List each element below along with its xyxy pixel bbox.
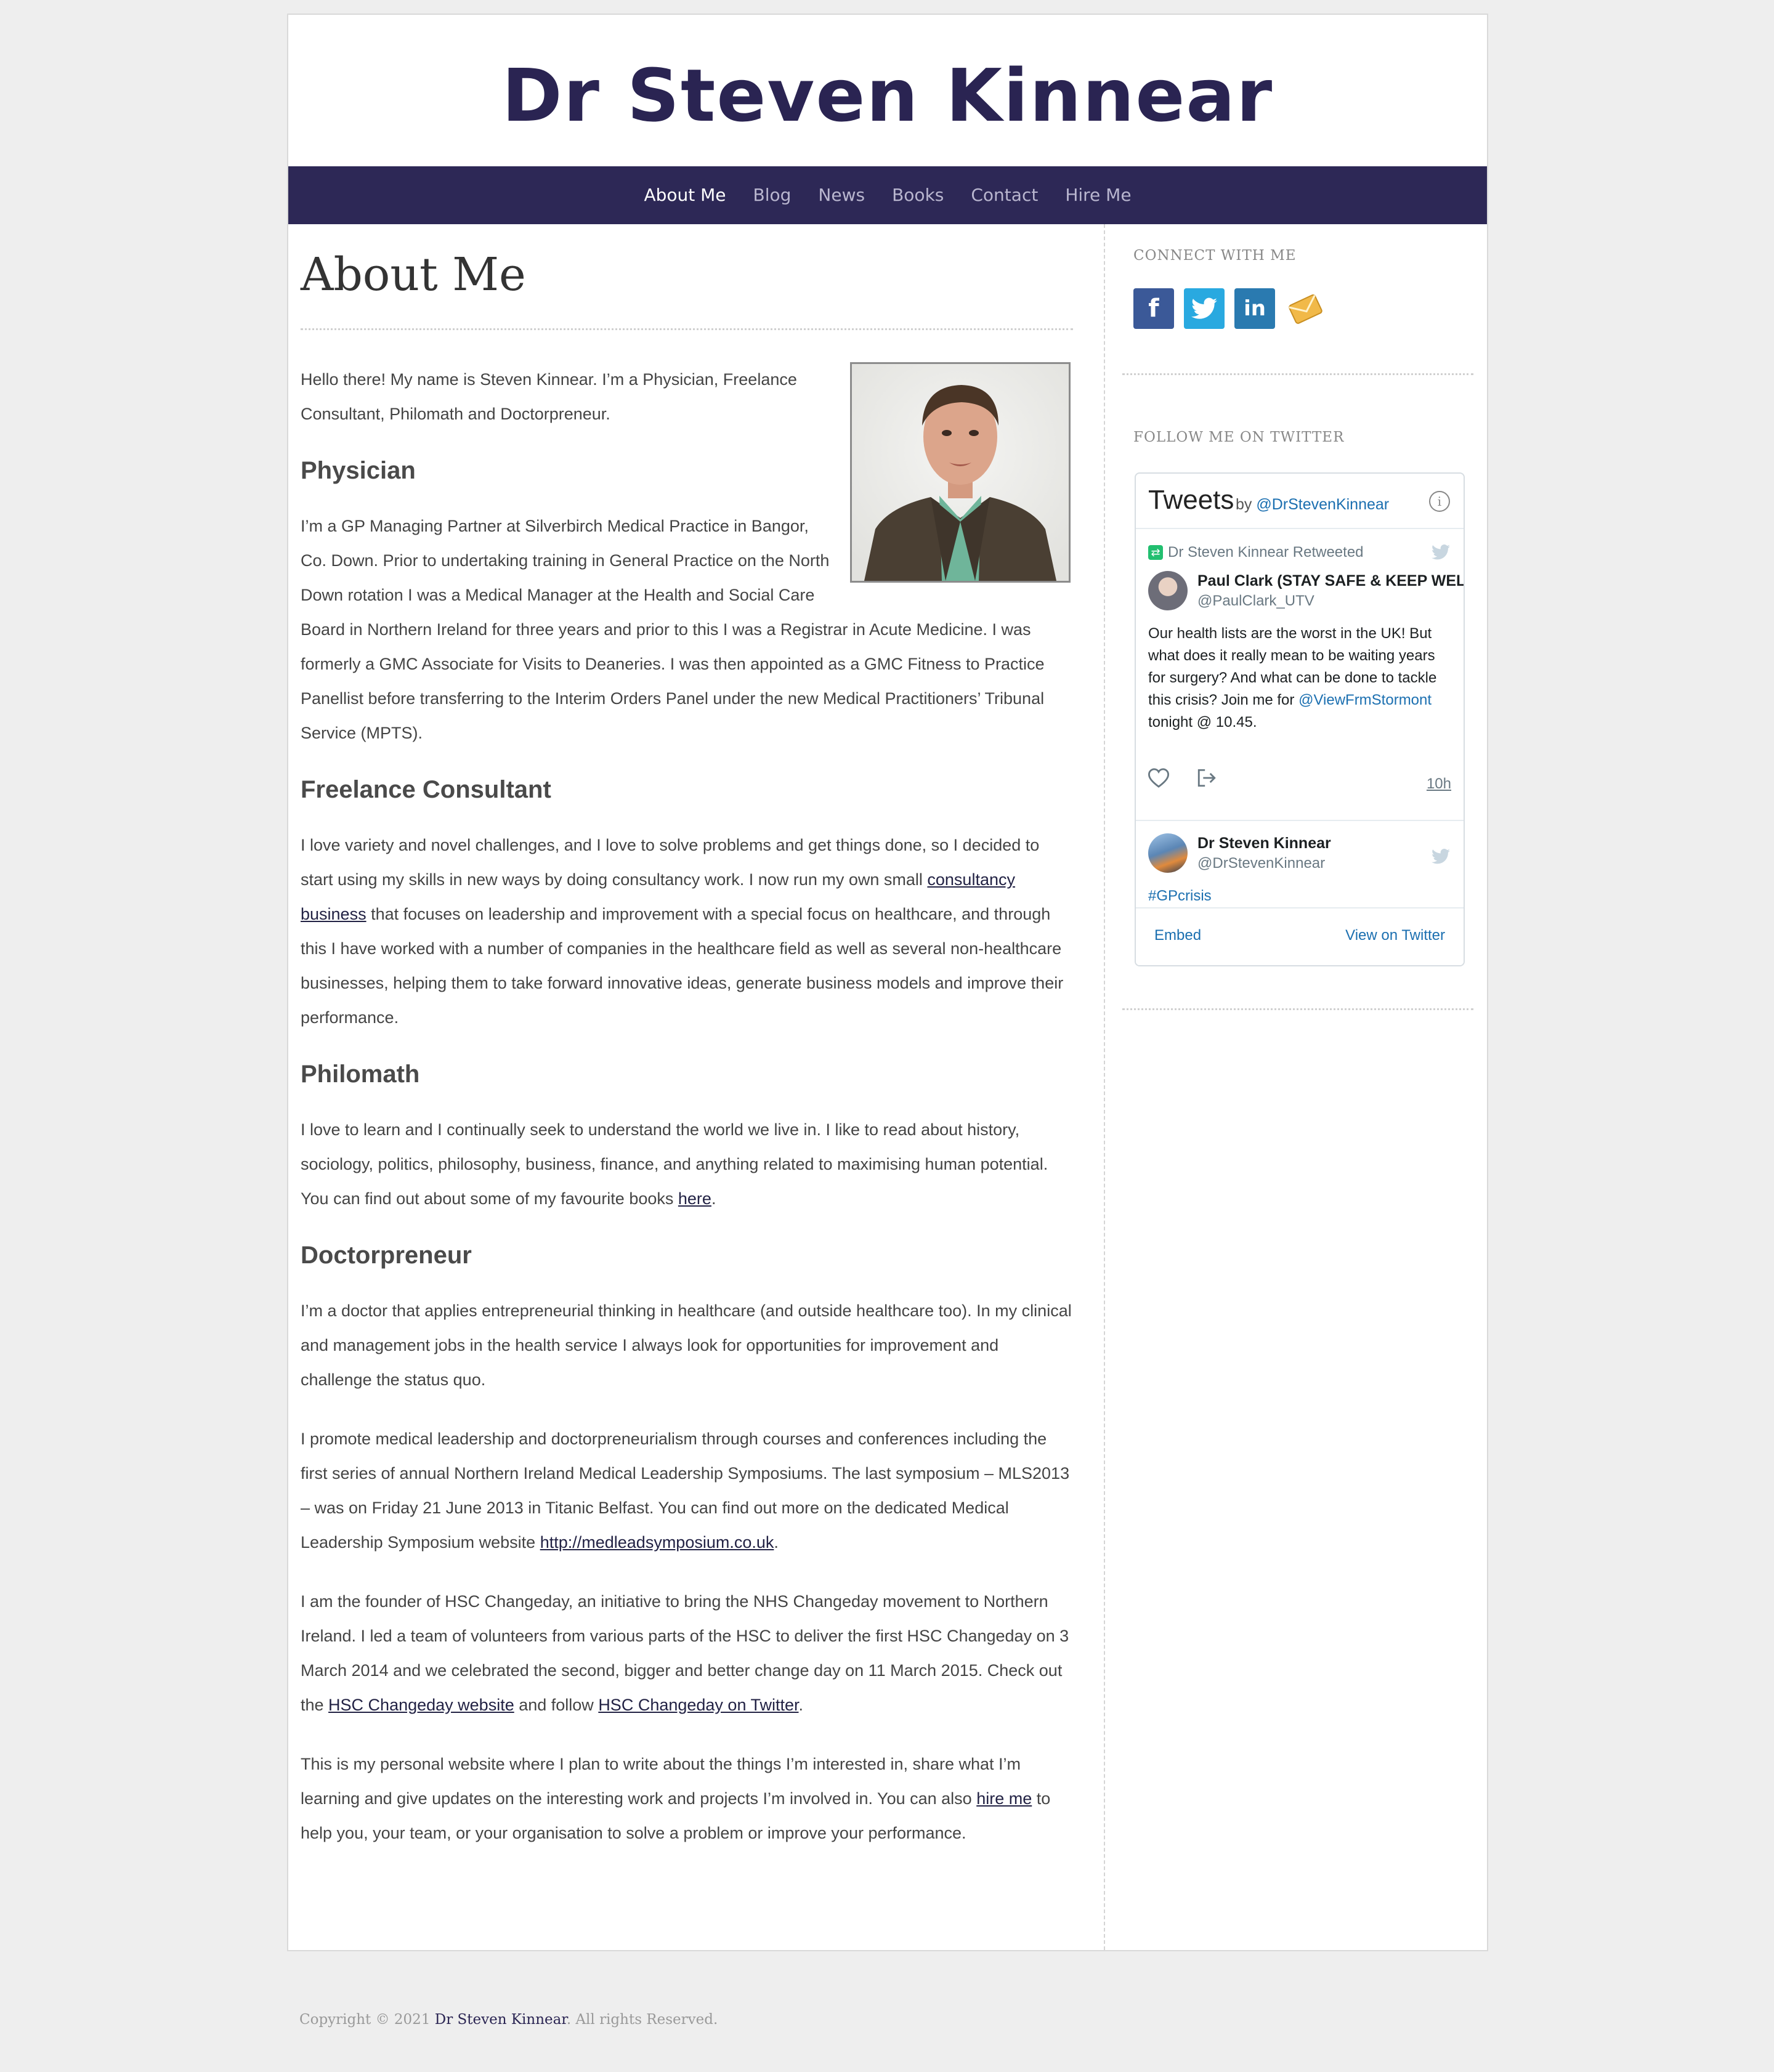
changeday-text-end: . <box>798 1695 804 1714</box>
sidebar: CONNECT WITH ME f in FOLLOW ME ON TWITTE… <box>1122 224 1473 1010</box>
twitter-bird-icon <box>1432 848 1450 869</box>
tweet-timestamp[interactable]: 10h <box>1427 775 1451 793</box>
nav-item-blog[interactable]: Blog <box>753 166 792 224</box>
retweet-indicator: ⇄ Dr Steven Kinnear Retweeted <box>1148 529 1451 561</box>
twitter-icon[interactable] <box>1184 288 1225 329</box>
philomath-paragraph: I love to learn and I continually seek t… <box>301 1112 1073 1216</box>
site-title[interactable]: Dr Steven Kinnear <box>288 59 1487 132</box>
tweet-author-handle[interactable]: @DrStevenKinnear <box>1197 855 1331 872</box>
rights-text: . All rights Reserved. <box>566 2012 718 2028</box>
avatar[interactable] <box>1148 571 1188 610</box>
twitter-bird-icon <box>1432 544 1450 565</box>
tweet-author-name[interactable]: Paul Clark (STAY SAFE & KEEP WEL <box>1197 572 1464 590</box>
tweet-item[interactable]: ⇄ Dr Steven Kinnear Retweeted Paul Clark… <box>1136 529 1464 805</box>
timeline-heading: Tweets <box>1148 485 1234 515</box>
leadership-paragraph: I promote medical leadership and doctorp… <box>301 1422 1073 1560</box>
page-title: About Me <box>301 248 526 301</box>
nav-item-news[interactable]: News <box>818 166 865 224</box>
sidebar-divider-2 <box>1122 1008 1473 1010</box>
timeline-handle-link[interactable]: @DrStevenKinnear <box>1256 496 1389 513</box>
tweet-author-handle[interactable]: @PaulClark_UTV <box>1197 593 1464 610</box>
tweet-actions: 10h <box>1148 768 1451 805</box>
twitter-timeline[interactable]: Tweets by @DrStevenKinnear i ⇄ Dr Steven… <box>1135 472 1465 966</box>
timeline-header: Tweets by @DrStevenKinnear i <box>1136 474 1464 529</box>
philomath-text-end: . <box>711 1189 716 1208</box>
footer-owner-link[interactable]: Dr Steven Kinnear <box>435 2012 567 2028</box>
site-footer: Copyright © 2021 Dr Steven Kinnear. All … <box>299 2012 718 2028</box>
connect-widget-title: CONNECT WITH ME <box>1133 248 1297 264</box>
doctorpreneur-heading: Doctorpreneur <box>301 1241 472 1269</box>
timeline-by: by @DrStevenKinnear <box>1236 496 1389 514</box>
hsc-changeday-website-link[interactable]: HSC Changeday website <box>328 1696 514 1714</box>
page-container: Dr Steven Kinnear About Me Blog News Boo… <box>287 14 1488 1951</box>
title-divider <box>301 328 1073 330</box>
tweet-text: Our health lists are the worst in the UK… <box>1148 623 1451 734</box>
email-icon[interactable] <box>1285 288 1326 329</box>
timeline-footer: Embed View on Twitter <box>1136 907 1464 965</box>
freelance-paragraph: I love variety and novel challenges, and… <box>301 828 1073 1035</box>
nav-item-contact[interactable]: Contact <box>971 166 1038 224</box>
timeline-by-label: by <box>1236 496 1252 513</box>
nav-item-books[interactable]: Books <box>892 166 944 224</box>
embed-link[interactable]: Embed <box>1154 927 1201 944</box>
tweet-item[interactable]: Dr Steven Kinnear @DrStevenKinnear #GPcr… <box>1136 833 1464 907</box>
view-on-twitter-link[interactable]: View on Twitter <box>1345 927 1445 944</box>
hire-me-link[interactable]: hire me <box>976 1789 1032 1808</box>
tweet-author[interactable]: Dr Steven Kinnear @DrStevenKinnear <box>1148 833 1451 873</box>
article-body: Hello there! My name is Steven Kinnear. … <box>301 362 1073 1850</box>
info-icon[interactable]: i <box>1429 491 1450 512</box>
facebook-icon[interactable]: f <box>1133 288 1174 329</box>
personal-paragraph: This is my personal website where I plan… <box>301 1747 1073 1850</box>
main-content: About Me Hello there! My name is Steven … <box>301 224 1073 1875</box>
portrait-photo <box>850 362 1071 583</box>
column-divider <box>1104 224 1105 1950</box>
tweet-author-names: Dr Steven Kinnear @DrStevenKinnear <box>1197 835 1331 872</box>
share-icon[interactable] <box>1196 768 1217 793</box>
tweet-mention-link[interactable]: @ViewFrmStormont <box>1298 692 1432 708</box>
hsc-changeday-twitter-link[interactable]: HSC Changeday on Twitter <box>598 1696 798 1714</box>
linkedin-icon[interactable]: in <box>1234 288 1275 329</box>
tweet-separator <box>1136 820 1464 821</box>
books-here-link[interactable]: here <box>678 1189 711 1208</box>
retweet-label: Dr Steven Kinnear Retweeted <box>1168 544 1364 560</box>
personal-text-start: This is my personal website where I plan… <box>301 1754 1021 1808</box>
tweet-author[interactable]: Paul Clark (STAY SAFE & KEEP WEL @PaulCl… <box>1148 571 1464 610</box>
site-header: Dr Steven Kinnear <box>288 15 1487 166</box>
nav-item-about-me[interactable]: About Me <box>644 166 726 224</box>
tweet-text: #GPcrisis <box>1148 885 1451 907</box>
main-nav: About Me Blog News Books Contact Hire Me <box>288 166 1487 224</box>
social-icons: f in <box>1133 288 1473 329</box>
philomath-text-start: I love to learn and I continually seek t… <box>301 1120 1048 1208</box>
avatar[interactable] <box>1148 833 1188 873</box>
medleadsymposium-link[interactable]: http://medleadsymposium.co.uk <box>540 1533 774 1552</box>
hashtag-link[interactable]: #GPcrisis <box>1148 888 1212 904</box>
doctorpreneur-paragraph: I’m a doctor that applies entrepreneuria… <box>301 1301 1072 1389</box>
leadership-text-end: . <box>774 1532 779 1552</box>
changeday-text-mid: and follow <box>514 1695 599 1714</box>
changeday-paragraph: I am the founder of HSC Changeday, an in… <box>301 1584 1073 1722</box>
copyright-text: Copyright © 2021 <box>299 2012 435 2028</box>
freelance-heading: Freelance Consultant <box>301 775 551 803</box>
nav-item-hire-me[interactable]: Hire Me <box>1065 166 1131 224</box>
tweet-author-name[interactable]: Dr Steven Kinnear <box>1197 835 1331 852</box>
freelance-text-end: that focuses on leadership and improveme… <box>301 904 1064 1027</box>
philomath-heading: Philomath <box>301 1060 420 1088</box>
tweet-text-end: tonight @ 10.45. <box>1148 714 1257 730</box>
like-heart-icon[interactable] <box>1148 768 1170 793</box>
tweet-author-names: Paul Clark (STAY SAFE & KEEP WEL @PaulCl… <box>1197 572 1464 610</box>
retweet-icon: ⇄ <box>1148 545 1163 560</box>
twitter-widget-title: FOLLOW ME ON TWITTER <box>1133 429 1345 445</box>
